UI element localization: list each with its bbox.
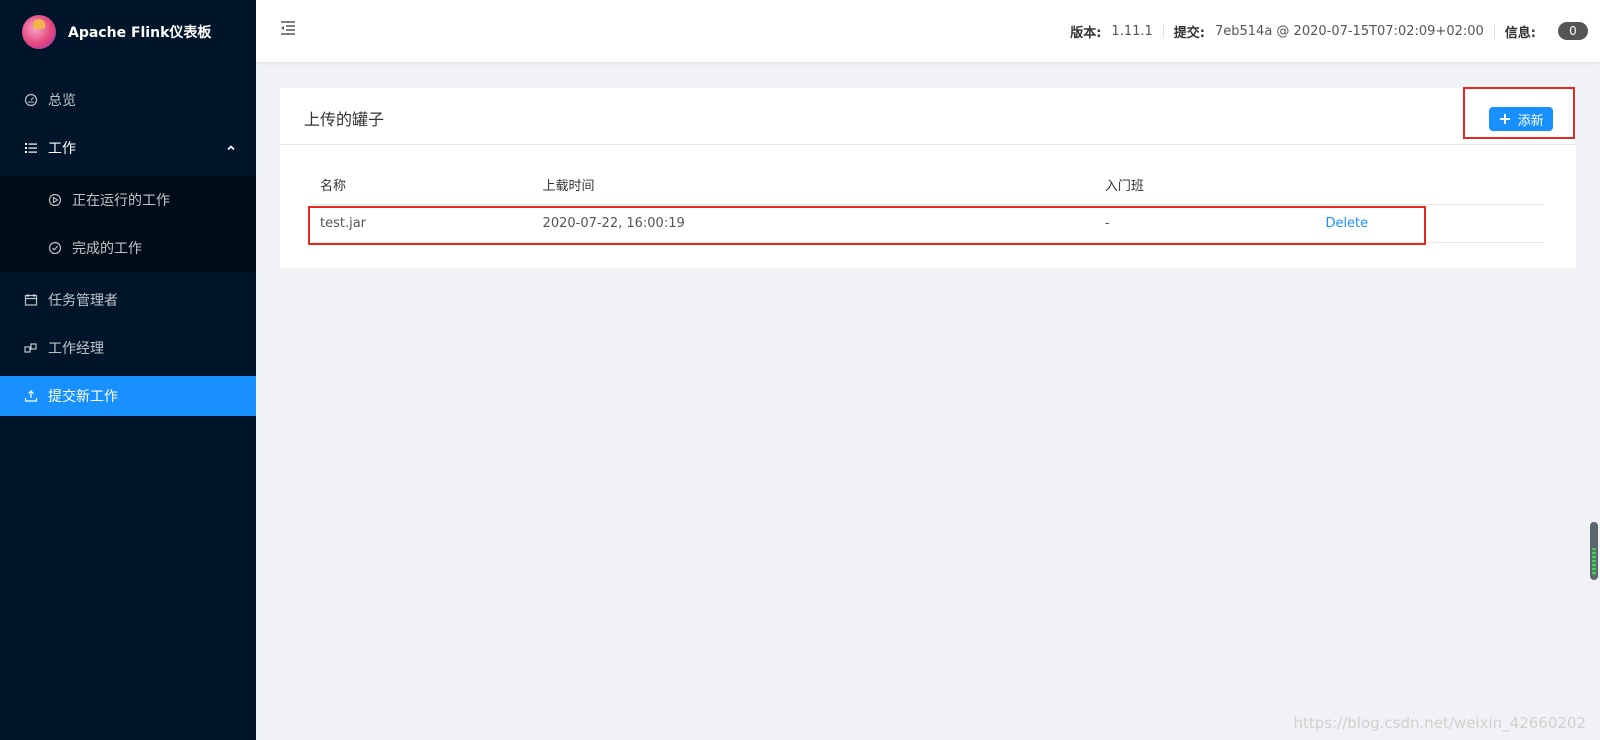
calendar-icon: [24, 293, 38, 307]
sidebar-item-label: 提交新工作: [48, 389, 118, 405]
highlight-box: [308, 206, 1426, 245]
info-label: 信息:: [1504, 25, 1536, 41]
table-header: 名称 上载时间 入门班: [312, 164, 1544, 205]
top-header: 版本: 1.11.1 提交: 7eb514a @ 2020-07-15T07:0…: [256, 0, 1600, 62]
sidebar: Apache Flink仪表板 总览 工作 正在运行的工作 完成的工作 任务管理…: [0, 0, 256, 740]
app-title: Apache Flink仪表板: [68, 25, 212, 41]
commit-label: 提交:: [1173, 25, 1205, 41]
list-icon: [24, 141, 38, 155]
sidebar-item-label: 正在运行的工作: [72, 193, 170, 209]
app-logo[interactable]: Apache Flink仪表板: [0, 0, 256, 64]
vertical-scrollbar[interactable]: [1590, 522, 1598, 580]
sidebar-item-job-manager[interactable]: 工作经理: [0, 328, 256, 368]
sidebar-item-label: 工作: [48, 141, 76, 157]
sidebar-item-label: 工作经理: [48, 341, 104, 357]
divider: [1162, 24, 1164, 38]
flink-logo-icon: [22, 15, 56, 49]
info-count-badge[interactable]: 0: [1558, 22, 1588, 40]
upload-icon: [24, 389, 38, 403]
version-label: 版本:: [1070, 25, 1102, 41]
dashboard-icon: [24, 93, 38, 107]
sidebar-menu: 总览 工作 正在运行的工作 完成的工作 任务管理者 工作经理 提交新工作: [0, 80, 256, 416]
sidebar-item-submit-new-job[interactable]: 提交新工作: [0, 376, 256, 416]
sidebar-item-running-jobs[interactable]: 正在运行的工作: [0, 176, 256, 224]
sidebar-item-task-managers[interactable]: 任务管理者: [0, 280, 256, 320]
column-header-name: 名称: [320, 178, 347, 194]
jobs-submenu: 正在运行的工作 完成的工作: [0, 176, 256, 272]
cluster-icon: [24, 341, 38, 355]
card-header: 上传的罐子 + 添新: [280, 87, 1576, 145]
column-header-entry-class: 入门班: [1104, 178, 1144, 194]
highlight-box: [1463, 87, 1575, 139]
card-title: 上传的罐子: [304, 110, 385, 129]
sidebar-item-completed-jobs[interactable]: 完成的工作: [0, 224, 256, 272]
sidebar-item-label: 总览: [48, 93, 76, 109]
divider: [1493, 24, 1495, 38]
check-circle-icon: [48, 241, 62, 255]
sidebar-item-jobs[interactable]: 工作: [0, 128, 256, 168]
sidebar-item-label: 完成的工作: [72, 241, 142, 257]
column-header-upload-time: 上载时间: [542, 178, 595, 194]
commit-value: 7eb514a @ 2020-07-15T07:02:09+02:00: [1214, 23, 1484, 39]
sidebar-item-overview[interactable]: 总览: [0, 80, 256, 120]
chevron-up-icon[interactable]: [226, 141, 236, 157]
version-value: 1.11.1: [1111, 23, 1153, 39]
play-circle-icon: [48, 193, 62, 207]
sidebar-item-label: 任务管理者: [48, 293, 118, 309]
watermark: https://blog.csdn.net/weixin_42660202: [1293, 714, 1586, 732]
uploaded-jars-card: 上传的罐子 + 添新 名称 上载时间 入门班 test.jar 2020-07-…: [280, 87, 1576, 268]
header-info: 版本: 1.11.1 提交: 7eb514a @ 2020-07-15T07:0…: [1070, 0, 1588, 62]
menu-fold-icon[interactable]: [280, 20, 296, 40]
